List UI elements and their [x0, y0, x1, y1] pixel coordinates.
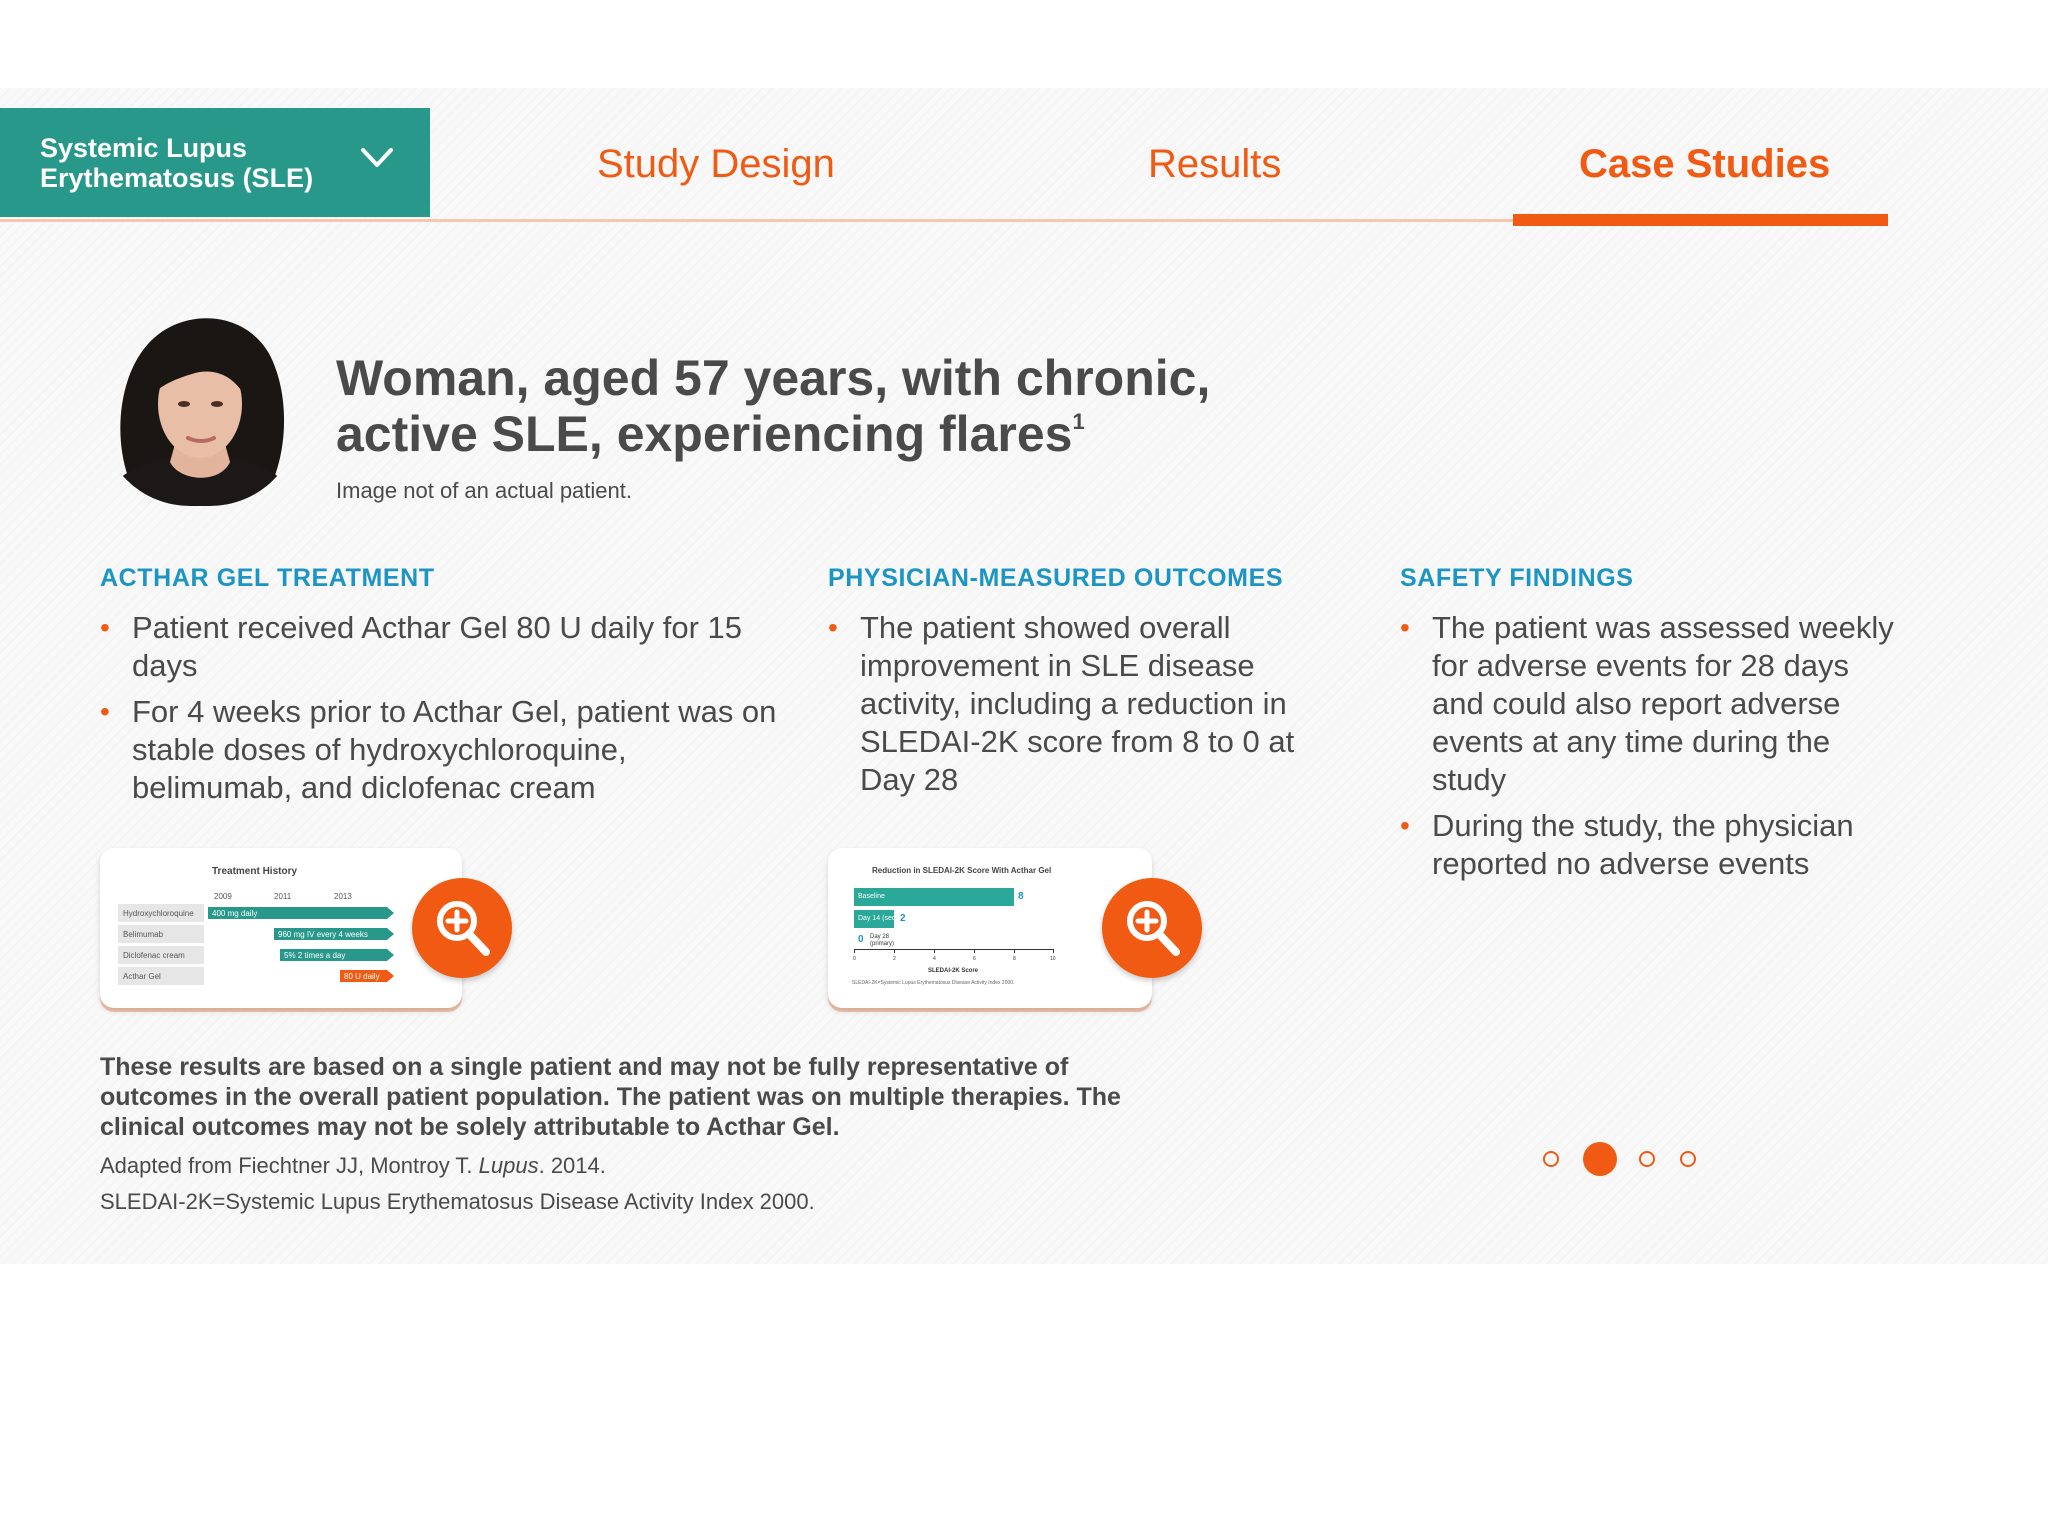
year-label: 2011 — [274, 892, 292, 901]
axis-tick — [854, 949, 855, 953]
tick-label: 0 — [853, 956, 856, 962]
drug-label: Diclofenac cream — [118, 946, 204, 964]
axis-tick — [974, 949, 975, 953]
tab-results[interactable]: Results — [1148, 142, 1281, 187]
regimen-bar: 400 mg daily — [208, 907, 394, 919]
citation-journal: Lupus — [478, 1153, 539, 1178]
tick-label: 8 — [1013, 956, 1016, 962]
list-item: During the study, the physician reported… — [1400, 807, 1900, 883]
pager-dot-3[interactable] — [1639, 1151, 1655, 1167]
outcomes-column: PHYSICIAN-MEASURED OUTCOMES The patient … — [828, 564, 1328, 807]
patient-portrait — [100, 312, 300, 506]
thumbnail-title: Reduction in SLEDAI-2K Score With Acthar… — [872, 866, 1052, 875]
safety-heading: SAFETY FINDINGS — [1400, 564, 1634, 592]
list-item: The patient was assessed weekly for adve… — [1400, 609, 1900, 799]
year-label: 2013 — [334, 892, 352, 901]
pager-dot-2-active[interactable] — [1583, 1142, 1617, 1176]
axis-tick — [1053, 949, 1054, 953]
safety-column: SAFETY FINDINGS The patient was assessed… — [1400, 564, 1900, 891]
zoom-sledai-chart-button[interactable] — [1102, 878, 1202, 978]
outcomes-list: The patient showed overall improvement i… — [828, 609, 1328, 799]
score-value: 8 — [1018, 891, 1024, 902]
treatment-column: ACTHAR GEL TREATMENT Patient received Ac… — [100, 564, 780, 815]
axis-tick — [1014, 949, 1015, 953]
x-axis-label: SLEDAI-2K Score — [928, 968, 979, 974]
tick-label: 2 — [893, 956, 896, 962]
tick-label: 4 — [933, 956, 936, 962]
list-item: Patient received Acthar Gel 80 U daily f… — [100, 609, 780, 685]
list-item: For 4 weeks prior to Acthar Gel, patient… — [100, 693, 780, 807]
chevron-down-icon — [361, 148, 393, 167]
case-title-reference: 1 — [1072, 409, 1085, 434]
citation-year: . 2014. — [538, 1153, 606, 1178]
pager-dot-1[interactable] — [1543, 1151, 1559, 1167]
case-title: Woman, aged 57 years, with chronic, acti… — [336, 350, 1336, 462]
drug-label: Acthar Gel — [118, 967, 204, 985]
score-bar-baseline: Baseline — [854, 888, 1014, 906]
zoom-in-icon — [1127, 901, 1180, 956]
regimen-bar: 80 U daily — [340, 970, 394, 982]
x-axis — [854, 949, 1054, 950]
category-label: Day 28 (primary) — [870, 934, 894, 947]
active-tab-indicator — [1513, 214, 1888, 226]
regimen-bar: 5% 2 times a day — [280, 949, 394, 961]
single-patient-disclaimer: These results are based on a single pati… — [100, 1053, 1121, 1141]
list-item: The patient showed overall improvement i… — [828, 609, 1328, 799]
safety-list: The patient was assessed weekly for adve… — [1400, 609, 1900, 883]
year-label: 2009 — [214, 892, 232, 901]
abbreviation-note: SLEDAI-2K=Systemic Lupus Erythematosus D… — [100, 1189, 815, 1214]
score-value: 2 — [900, 913, 906, 924]
topic-dropdown-label: Systemic Lupus Erythematosus (SLE) — [40, 132, 314, 193]
zoom-in-icon — [437, 901, 490, 956]
tick-label: 10 — [1050, 956, 1056, 962]
treatment-history-thumbnail[interactable]: Treatment History 2009 2011 2013 Hydroxy… — [100, 848, 462, 1008]
axis-tick — [894, 949, 895, 953]
zoom-treatment-history-button[interactable] — [412, 878, 512, 978]
treatment-heading: ACTHAR GEL TREATMENT — [100, 564, 435, 592]
image-disclaimer: Image not of an actual patient. — [336, 478, 632, 503]
reference-citation: Adapted from Fiechtner JJ, Montroy T. Lu… — [100, 1153, 606, 1179]
tab-study-design[interactable]: Study Design — [597, 142, 835, 187]
tab-case-studies[interactable]: Case Studies — [1579, 142, 1830, 187]
score-bar-day14: Day 14 (secondary) — [854, 910, 919, 928]
treatment-list: Patient received Acthar Gel 80 U daily f… — [100, 609, 780, 807]
outcomes-heading: PHYSICIAN-MEASURED OUTCOMES — [828, 564, 1284, 592]
case-title-text: Woman, aged 57 years, with chronic, acti… — [336, 350, 1211, 462]
drug-label: Belimumab — [118, 925, 204, 943]
topic-dropdown[interactable]: Systemic Lupus Erythematosus (SLE) — [0, 108, 430, 217]
regimen-bar: 960 mg IV every 4 weeks — [274, 928, 394, 940]
drug-label: Hydroxychloroquine — [118, 904, 204, 922]
axis-tick — [934, 949, 935, 953]
pager-dot-4[interactable] — [1680, 1151, 1696, 1167]
citation-authors: Adapted from Fiechtner JJ, Montroy T. — [100, 1153, 479, 1178]
chart-footnote: SLEDAI-2K=Systemic Lupus Erythematosus D… — [852, 980, 1015, 986]
score-value: 0 — [858, 934, 864, 945]
tick-label: 6 — [973, 956, 976, 962]
thumbnail-title: Treatment History — [212, 866, 298, 877]
